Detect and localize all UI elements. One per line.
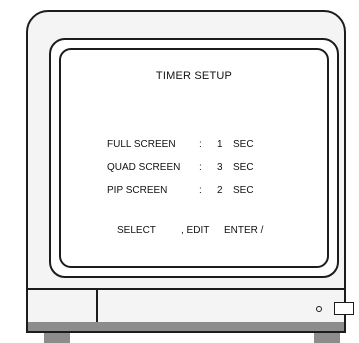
setting-unit: SEC bbox=[233, 185, 254, 196]
monitor: TIMER SETUP FULL SCREEN : 1 SEC QUAD SCR… bbox=[26, 10, 354, 333]
monitor-foot-right bbox=[314, 333, 340, 343]
setting-separator: : bbox=[199, 139, 202, 150]
setting-separator: : bbox=[199, 162, 202, 173]
monitor-screen: TIMER SETUP FULL SCREEN : 1 SEC QUAD SCR… bbox=[59, 48, 329, 268]
screen-title: TIMER SETUP bbox=[155, 70, 233, 82]
setting-unit: SEC bbox=[233, 139, 254, 150]
footer-select-hint: SELECT bbox=[117, 225, 156, 236]
screen-bezel: TIMER SETUP FULL SCREEN : 1 SEC QUAD SCR… bbox=[49, 38, 339, 278]
setting-row-pip-screen[interactable]: PIP SCREEN : 2 SEC bbox=[107, 185, 254, 251]
setting-label: PIP SCREEN bbox=[107, 185, 168, 196]
setting-value[interactable]: 3 bbox=[217, 162, 223, 173]
setting-label: FULL SCREEN bbox=[107, 139, 176, 150]
setting-value[interactable]: 1 bbox=[217, 139, 223, 150]
setting-separator: : bbox=[199, 185, 202, 196]
power-led-icon bbox=[316, 306, 322, 312]
footer-edit-hint: , EDIT bbox=[181, 225, 210, 236]
setting-label: QUAD SCREEN bbox=[107, 162, 181, 173]
footer-enter-hint: ENTER / bbox=[224, 225, 264, 236]
control-panel bbox=[28, 288, 344, 324]
control-panel-divider bbox=[96, 288, 98, 324]
setting-value[interactable]: 2 bbox=[217, 185, 223, 196]
monitor-foot-left bbox=[44, 333, 70, 343]
setting-unit: SEC bbox=[233, 162, 254, 173]
power-button[interactable] bbox=[334, 302, 354, 315]
